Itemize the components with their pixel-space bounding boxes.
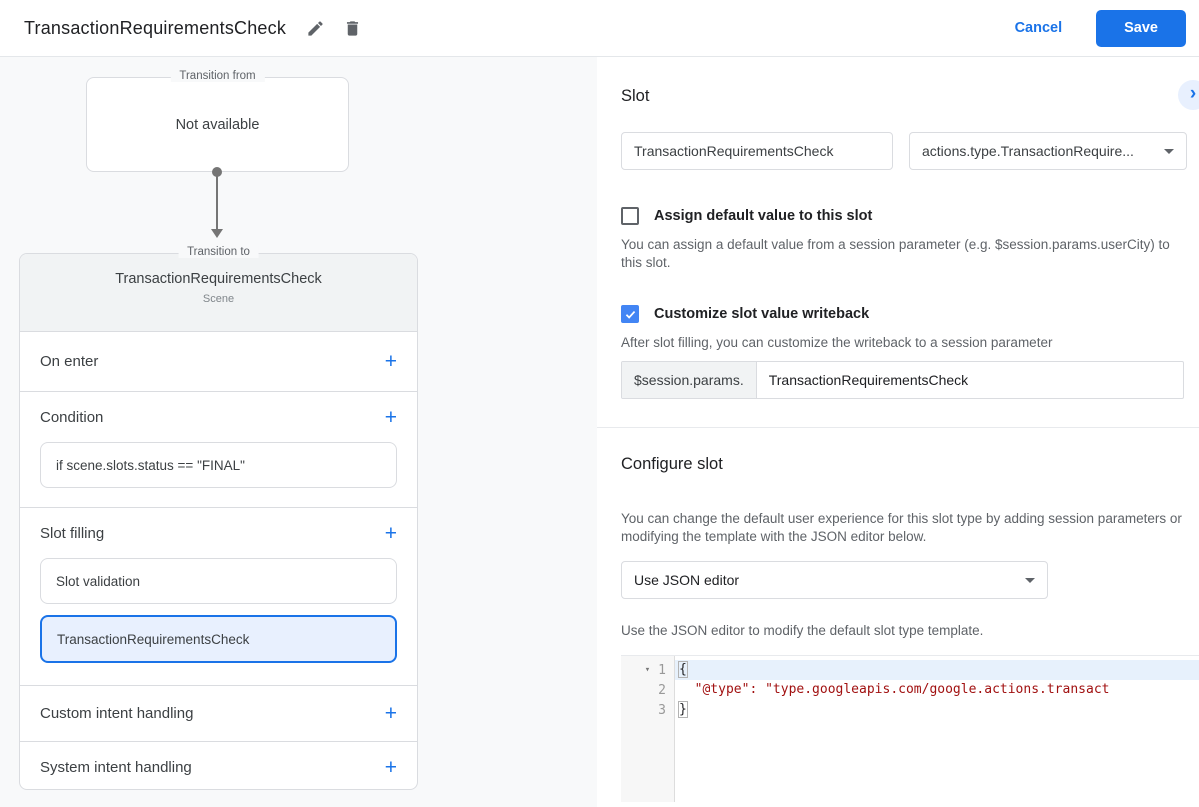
assign-default-checkbox[interactable] xyxy=(621,207,639,225)
scene-card-header: TransactionRequirementsCheck Scene xyxy=(20,254,417,331)
slot-validation-item[interactable]: Slot validation xyxy=(40,558,397,604)
line-number: 2 xyxy=(658,682,666,698)
editor-code-area[interactable]: { "@type": "type.googleapis.com/google.a… xyxy=(675,656,1199,802)
top-bar: TransactionRequirementsCheck Cancel Save xyxy=(0,0,1199,57)
on-enter-label: On enter xyxy=(40,353,99,370)
slot-item-selected[interactable]: TransactionRequirementsCheck xyxy=(40,615,397,663)
transition-from-box: Transition from Not available xyxy=(86,70,349,172)
slot-editor-panel: › Slot TransactionRequirementsCheck acti… xyxy=(597,57,1199,807)
slot-type-select[interactable]: actions.type.TransactionRequire... xyxy=(909,132,1187,170)
condition-section: Condition + if scene.slots.status == "FI… xyxy=(20,391,417,507)
chevron-right-icon: › xyxy=(1189,82,1197,104)
fold-arrow-icon[interactable]: ▾ xyxy=(645,665,650,675)
add-on-enter-icon[interactable]: + xyxy=(385,351,397,372)
writeback-prefix: $session.params. xyxy=(622,362,757,398)
custom-intent-label: Custom intent handling xyxy=(40,705,194,722)
add-condition-icon[interactable]: + xyxy=(385,407,397,428)
slot-name-input[interactable]: TransactionRequirementsCheck xyxy=(621,132,893,170)
delete-scene-button[interactable] xyxy=(339,15,366,42)
writeback-checkbox[interactable] xyxy=(621,305,639,323)
system-intent-label: System intent handling xyxy=(40,759,192,776)
page-title: TransactionRequirementsCheck xyxy=(24,17,287,38)
connector-arrowhead-icon xyxy=(211,229,223,238)
add-custom-intent-icon[interactable]: + xyxy=(385,703,397,724)
slot-type-value: actions.type.TransactionRequire... xyxy=(922,143,1134,159)
editor-mode-value: Use JSON editor xyxy=(634,572,740,588)
line-number: 3 xyxy=(658,702,666,718)
slot-filling-label: Slot filling xyxy=(40,524,105,542)
writeback-param-group: $session.params. TransactionRequirements… xyxy=(621,361,1184,399)
dropdown-caret-icon xyxy=(1025,577,1035,583)
condition-label: Condition xyxy=(40,408,104,426)
code-line: { xyxy=(675,660,1199,680)
system-intent-row[interactable]: System intent handling + xyxy=(20,741,417,793)
writeback-description: After slot filling, you can customize th… xyxy=(621,335,1053,350)
code-line: } xyxy=(678,701,688,718)
slot-heading: Slot xyxy=(621,87,650,105)
slot-filling-section: Slot filling + Slot validation Transacti… xyxy=(20,507,417,685)
transition-to-legend: Transition to xyxy=(178,246,259,258)
add-slot-icon[interactable]: + xyxy=(385,523,397,544)
editor-mode-select[interactable]: Use JSON editor xyxy=(621,561,1048,599)
pill-gap xyxy=(40,604,397,615)
writeback-param-input[interactable]: TransactionRequirementsCheck xyxy=(757,362,1183,398)
json-editor-hint: Use the JSON editor to modify the defaul… xyxy=(621,623,984,638)
save-button[interactable]: Save xyxy=(1096,9,1186,47)
pencil-icon xyxy=(306,19,325,38)
scene-diagram-panel: Transition from Not available Transition… xyxy=(0,57,597,807)
scene-type-label: Scene xyxy=(202,293,235,305)
custom-intent-row[interactable]: Custom intent handling + xyxy=(20,685,417,741)
transition-from-legend: Transition from xyxy=(170,70,265,82)
configure-slot-description: You can change the default user experien… xyxy=(621,511,1182,544)
dropdown-caret-icon xyxy=(1164,148,1174,154)
editor-gutter: ▾ 1 2 3 xyxy=(621,656,675,802)
assign-default-label: Assign default value to this slot xyxy=(654,208,873,224)
line-number: 1 xyxy=(658,662,666,678)
connector-line xyxy=(216,172,218,230)
condition-item[interactable]: if scene.slots.status == "FINAL" xyxy=(40,442,397,488)
trash-icon xyxy=(343,19,362,38)
checkmark-icon xyxy=(624,308,637,321)
on-enter-row[interactable]: On enter + xyxy=(20,331,417,391)
section-divider xyxy=(597,427,1199,428)
edit-title-button[interactable] xyxy=(302,15,329,42)
scene-name: TransactionRequirementsCheck xyxy=(115,271,322,287)
cancel-button[interactable]: Cancel xyxy=(1005,12,1073,44)
writeback-label: Customize slot value writeback xyxy=(654,306,870,322)
code-line: "@type": "type.googleapis.com/google.act… xyxy=(679,682,1110,697)
main-content: Transition from Not available Transition… xyxy=(0,57,1199,807)
transition-to-card: Transition to TransactionRequirementsChe… xyxy=(19,246,418,793)
assign-default-description: You can assign a default value from a se… xyxy=(621,237,1170,270)
configure-slot-heading: Configure slot xyxy=(621,455,723,473)
add-system-intent-icon[interactable]: + xyxy=(385,757,397,778)
json-code-editor[interactable]: ▾ 1 2 3 { "@type": "type.googleapis.com/… xyxy=(621,655,1199,802)
transition-from-value: Not available xyxy=(175,116,260,133)
